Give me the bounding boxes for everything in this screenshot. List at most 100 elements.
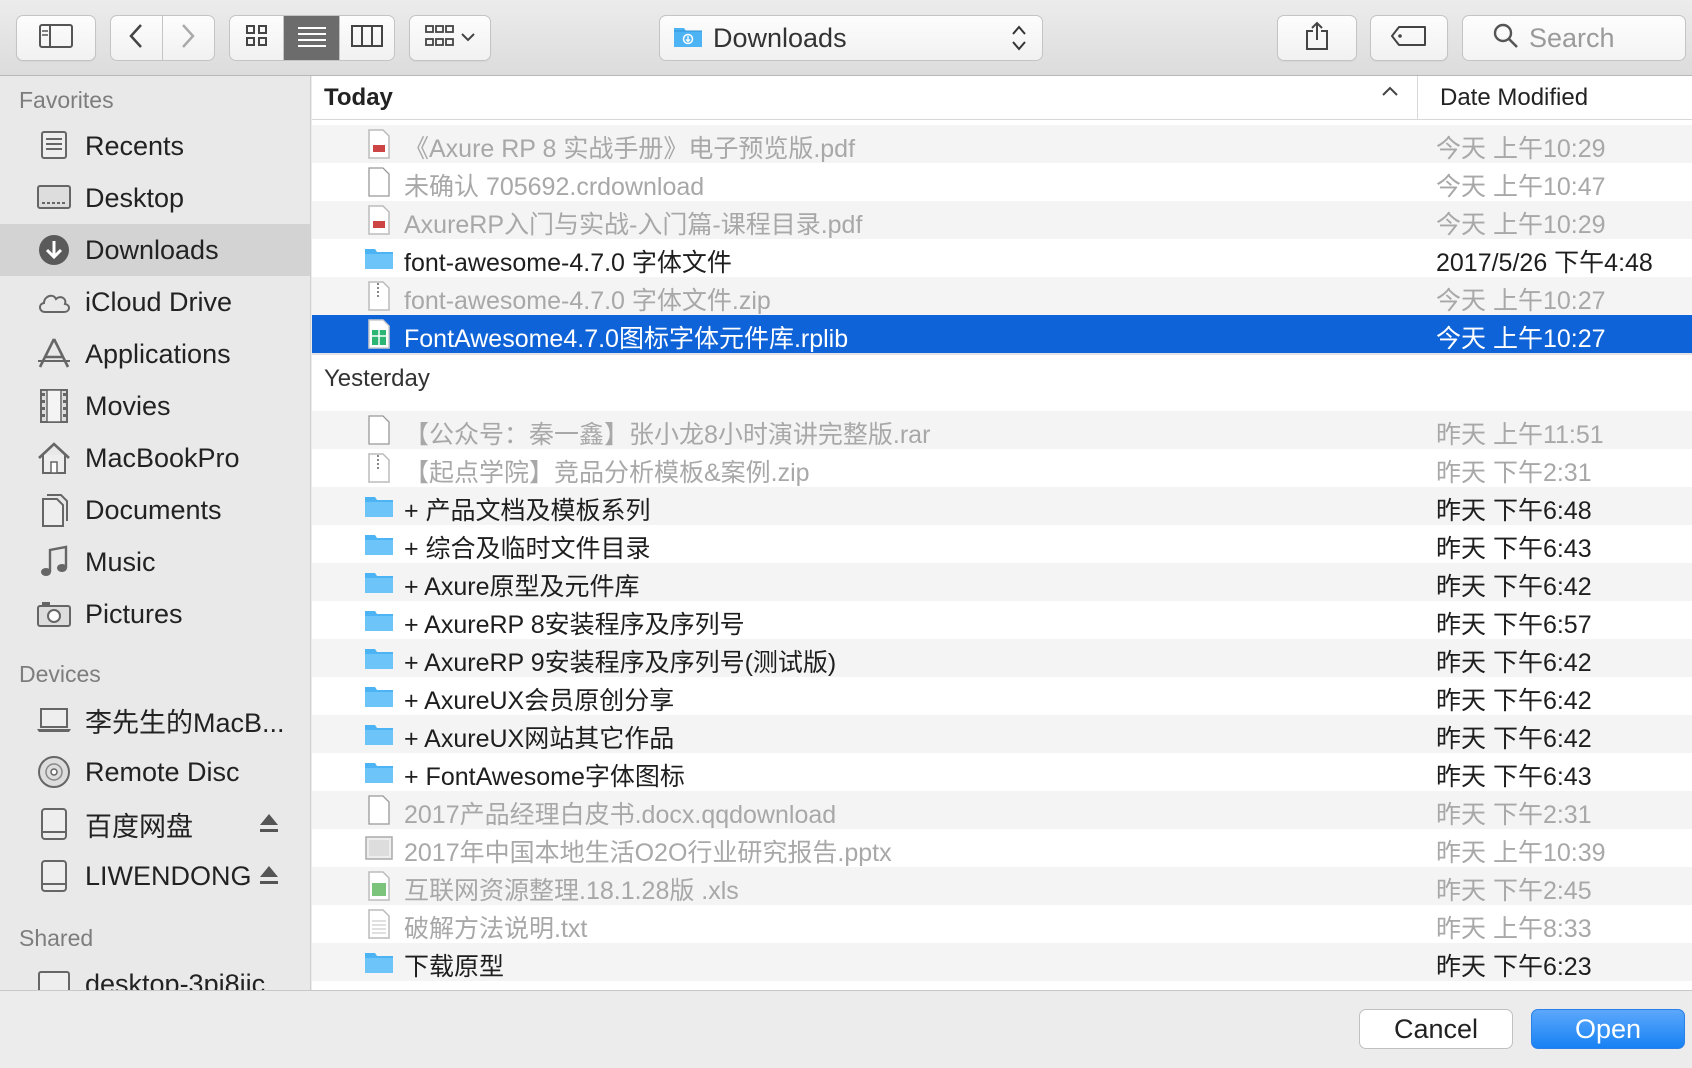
- date-modified-column-header[interactable]: Date Modified: [1440, 84, 1588, 112]
- sidebar-item-liwendong[interactable]: LIWENDONG: [0, 850, 310, 902]
- up-down-arrows-icon: [1004, 24, 1034, 52]
- name-column-header[interactable]: Today: [324, 84, 393, 112]
- sidebar-item-remote-disc[interactable]: Remote Disc: [0, 746, 310, 798]
- rplib-file-icon: [364, 319, 394, 349]
- list-view-button[interactable]: [284, 16, 340, 60]
- cloud-icon: [35, 283, 73, 321]
- sidebar-item-documents[interactable]: Documents: [0, 484, 310, 536]
- sidebar-item-shared-computer[interactable]: desktop-3pi8jjc: [0, 958, 310, 990]
- folder-row[interactable]: + 产品文档及模板系列 昨天 下午6:48: [312, 487, 1692, 525]
- file-row[interactable]: 《Axure RP 8 实战手册》电子预览版.pdf 今天 上午10:29: [312, 125, 1692, 163]
- desktop-icon: [35, 179, 73, 217]
- file-row[interactable]: AxureRP入门与实战-入门篇-课程目录.pdf 今天 上午10:29: [312, 201, 1692, 239]
- applications-icon: [35, 335, 73, 373]
- file-name: 互联网资源整理.18.1.28版 .xls: [404, 877, 739, 905]
- file-name: 《Axure RP 8 实战手册》电子预览版.pdf: [404, 135, 856, 163]
- back-button[interactable]: [111, 16, 163, 60]
- music-icon: [35, 543, 73, 581]
- pptx-file-icon: [364, 833, 394, 863]
- date-modified: 2017/5/26 下午4:48: [1436, 249, 1653, 277]
- file-row[interactable]: 2017年中国本地生活O2O行业研究报告.pptx 昨天 上午10:39: [312, 829, 1692, 867]
- chevron-right-icon: [180, 23, 196, 54]
- pdf-file-icon: [364, 129, 394, 159]
- folder-row[interactable]: + Axure原型及元件库 昨天 下午6:42: [312, 563, 1692, 601]
- search-icon: [1493, 23, 1519, 54]
- view-mode-control: [229, 15, 395, 61]
- file-row[interactable]: 破解方法说明.txt 昨天 上午8:33: [312, 905, 1692, 943]
- location-popup[interactable]: Downloads: [659, 15, 1043, 61]
- search-input[interactable]: [1529, 22, 1679, 54]
- tags-button[interactable]: [1370, 15, 1448, 61]
- date-modified: 今天 上午10:29: [1436, 135, 1606, 163]
- date-modified: 昨天 下午6:57: [1436, 611, 1592, 639]
- file-row[interactable]: 互联网资源整理.18.1.28版 .xls 昨天 下午2:45: [312, 867, 1692, 905]
- network-computer-icon: [35, 965, 73, 990]
- eject-icon[interactable]: [258, 863, 280, 894]
- folder-row[interactable]: 下载原型 昨天 下午6:23: [312, 943, 1692, 981]
- sidebar-item-label: Movies: [85, 390, 171, 421]
- folder-row[interactable]: + FontAwesome字体图标 昨天 下午6:43: [312, 753, 1692, 791]
- folder-row[interactable]: + AxureUX网站其它作品 昨天 下午6:42: [312, 715, 1692, 753]
- file-name: 2017产品经理白皮书.docx.qqdownload: [404, 801, 837, 829]
- drive-icon: [35, 805, 73, 843]
- folder-row[interactable]: + AxureUX会员原创分享 昨天 下午6:42: [312, 677, 1692, 715]
- open-button[interactable]: Open: [1531, 1009, 1685, 1049]
- date-modified: 昨天 下午6:43: [1436, 535, 1592, 563]
- icon-view-button[interactable]: [230, 16, 284, 60]
- file-name: 2017年中国本地生活O2O行业研究报告.pptx: [404, 839, 892, 867]
- date-modified: 昨天 下午6:48: [1436, 497, 1592, 525]
- folder-row[interactable]: + 综合及临时文件目录 昨天 下午6:43: [312, 525, 1692, 563]
- disc-icon: [35, 753, 73, 791]
- sidebar-item-recents[interactable]: Recents: [0, 120, 310, 172]
- sidebar-item-baidu-pan[interactable]: 百度网盘: [0, 798, 310, 850]
- date-modified: 今天 上午10:29: [1436, 211, 1606, 239]
- tag-icon: [1391, 25, 1427, 51]
- column-header: Today Date Modified: [312, 76, 1692, 120]
- sidebar-item-desktop[interactable]: Desktop: [0, 172, 310, 224]
- file-row[interactable]: 2017产品经理白皮书.docx.qqdownload 昨天 下午2:31: [312, 791, 1692, 829]
- sidebar-item-icloud-drive[interactable]: iCloud Drive: [0, 276, 310, 328]
- sidebar-item-label: 百度网盘: [85, 811, 193, 842]
- sidebar-item-label: LIWENDONG: [85, 860, 252, 891]
- sidebar-item-label: Recents: [85, 130, 185, 161]
- forward-button[interactable]: [163, 16, 215, 60]
- group-by-button[interactable]: [409, 15, 491, 61]
- sidebar-item-macbook-device[interactable]: 李先生的MacB...: [0, 694, 310, 746]
- folder-row[interactable]: + AxureRP 8安装程序及序列号 昨天 下午6:57: [312, 601, 1692, 639]
- txt-file-icon: [364, 909, 394, 939]
- sidebar-item-label: Remote Disc: [85, 756, 240, 787]
- downloads-icon: [35, 231, 73, 269]
- folder-row[interactable]: + AxureRP 9安装程序及序列号(测试版) 昨天 下午6:42: [312, 639, 1692, 677]
- date-modified: 昨天 上午11:51: [1436, 421, 1604, 449]
- date-modified: 今天 上午10:47: [1436, 173, 1606, 201]
- sidebar-item-applications[interactable]: Applications: [0, 328, 310, 380]
- file-name: 【起点学院】竞品分析模板&案例.zip: [404, 459, 810, 487]
- share-button[interactable]: [1277, 15, 1357, 61]
- file-row[interactable]: 【公众号：秦一鑫】张小龙8小时演讲完整版.rar 昨天 上午11:51: [312, 411, 1692, 449]
- cancel-button[interactable]: Cancel: [1359, 1009, 1513, 1049]
- folder-row[interactable]: font-awesome-4.7.0 字体文件 2017/5/26 下午4:48: [312, 239, 1692, 277]
- column-view-button[interactable]: [340, 16, 394, 60]
- folder-icon: [364, 757, 394, 787]
- column-divider[interactable]: [1417, 76, 1418, 120]
- sidebar-item-macbookpro[interactable]: MacBookPro: [0, 432, 310, 484]
- eject-icon[interactable]: [258, 811, 280, 842]
- sidebar-toggle-button[interactable]: [16, 15, 96, 61]
- folder-icon: [364, 681, 394, 711]
- sidebar-item-pictures[interactable]: Pictures: [0, 588, 310, 640]
- location-label: Downloads: [713, 22, 847, 53]
- file-row[interactable]: 未确认 705692.crdownload 今天 上午10:47: [312, 163, 1692, 201]
- sidebar: Favorites Recents Desktop Downloads iClo…: [0, 76, 311, 990]
- sidebar-item-music[interactable]: Music: [0, 536, 310, 588]
- file-name: AxureRP入门与实战-入门篇-课程目录.pdf: [404, 211, 863, 239]
- file-row[interactable]: font-awesome-4.7.0 字体文件.zip 今天 上午10:27: [312, 277, 1692, 315]
- file-name: FontAwesome4.7.0图标字体元件库.rplib: [404, 325, 849, 353]
- sidebar-item-downloads[interactable]: Downloads: [0, 224, 310, 276]
- search-field[interactable]: [1462, 15, 1686, 61]
- sidebar-item-movies[interactable]: Movies: [0, 380, 310, 432]
- file-row[interactable]: 【起点学院】竞品分析模板&案例.zip 昨天 下午2:31: [312, 449, 1692, 487]
- doc-file-icon: [364, 795, 394, 825]
- file-row[interactable]: FontAwesome4.7.0图标字体元件库.rplib 今天 上午10:27: [312, 315, 1692, 353]
- sidebar-item-label: Documents: [85, 494, 222, 525]
- sort-ascending-icon[interactable]: [1380, 84, 1400, 103]
